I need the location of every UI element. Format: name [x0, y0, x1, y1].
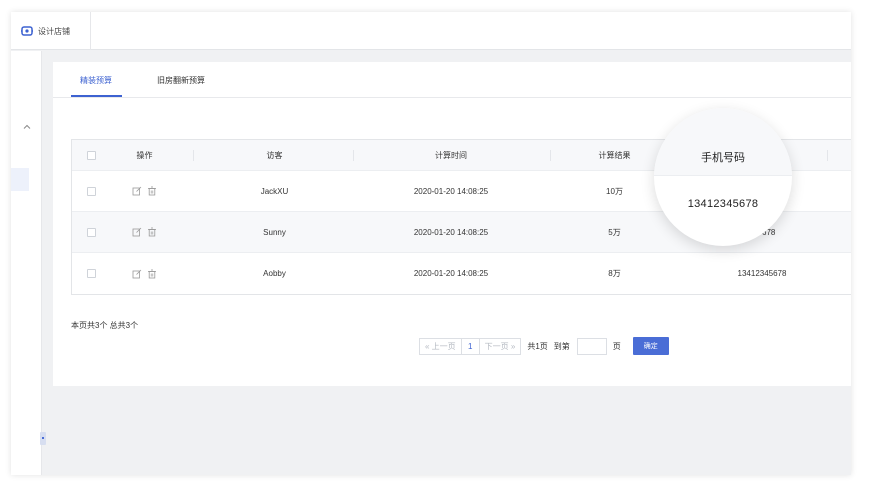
- visitor-name: Sunny: [263, 227, 286, 237]
- header-time: 计算时间: [435, 150, 467, 160]
- sidebar-item-active[interactable]: [11, 168, 29, 191]
- edit-icon[interactable]: [132, 227, 142, 237]
- tab-renovation-budget[interactable]: 旧房翻新预算: [157, 75, 205, 86]
- visitor-name: Aobby: [263, 269, 286, 278]
- calc-time: 2020-01-20 14:08:25: [413, 269, 489, 278]
- total-pages: 共1页: [527, 341, 548, 351]
- header-phone: 手机号码: [701, 152, 745, 164]
- delete-icon[interactable]: [147, 269, 157, 279]
- next-page-button[interactable]: 下一页 »: [478, 337, 522, 355]
- select-all-checkbox[interactable]: [86, 150, 96, 160]
- phone-magnifier-callout: 手机号码 13412345678: [654, 108, 792, 246]
- brand-label: 设计店铺: [38, 26, 70, 36]
- goto-page-input[interactable]: [576, 337, 607, 355]
- active-tab-indicator: [71, 95, 122, 97]
- chevron-up-icon[interactable]: [22, 122, 32, 132]
- delete-icon[interactable]: [147, 227, 157, 237]
- calc-time: 2020-01-20 14:08:25: [413, 186, 489, 196]
- page-summary: 本页共3个 总共3个: [71, 321, 139, 330]
- confirm-button[interactable]: 确定: [632, 337, 669, 355]
- pagination: « 上一页 1 下一页 » 共1页 到第 页 确定: [419, 336, 669, 356]
- tab-bar: 精装预算 旧房翻新预算: [53, 62, 851, 98]
- row-checkbox[interactable]: [86, 227, 96, 237]
- calc-result: 10万: [606, 186, 623, 196]
- column-divider: [193, 150, 194, 161]
- visitor-name: JackXU: [260, 186, 289, 196]
- column-divider: [827, 150, 828, 161]
- calc-result: 8万: [608, 269, 621, 278]
- page-number-1[interactable]: 1: [460, 337, 479, 355]
- edit-icon[interactable]: [132, 186, 142, 196]
- delete-icon[interactable]: [147, 186, 157, 196]
- table-row: Aobby 2020-01-20 14:08:25 8万 13412345678: [72, 253, 851, 294]
- phone-number: 13412345678: [687, 198, 759, 210]
- top-bar: 设计店铺: [11, 12, 851, 50]
- header-visitor: 访客: [266, 150, 283, 160]
- sidebar: [11, 51, 46, 475]
- edit-icon[interactable]: [132, 269, 142, 279]
- header-result: 计算结果: [598, 150, 631, 160]
- page-unit-label: 页: [612, 341, 621, 351]
- sidebar-toggle-handle[interactable]: [40, 432, 46, 445]
- store-icon: [21, 26, 33, 36]
- row-checkbox[interactable]: [86, 186, 96, 196]
- phone-number: 13412345678: [737, 269, 787, 278]
- row-checkbox[interactable]: [86, 269, 96, 278]
- calc-result: 5万: [608, 227, 621, 237]
- column-divider: [353, 150, 354, 161]
- column-divider: [550, 150, 551, 161]
- calc-time: 2020-01-20 14:08:25: [413, 227, 489, 237]
- prev-page-button[interactable]: « 上一页: [419, 337, 461, 355]
- goto-label: 到第: [553, 341, 570, 351]
- tab-fine-decoration-budget[interactable]: 精装预算: [80, 75, 112, 86]
- brand[interactable]: 设计店铺: [20, 12, 91, 50]
- header-actions: 操作: [136, 150, 153, 160]
